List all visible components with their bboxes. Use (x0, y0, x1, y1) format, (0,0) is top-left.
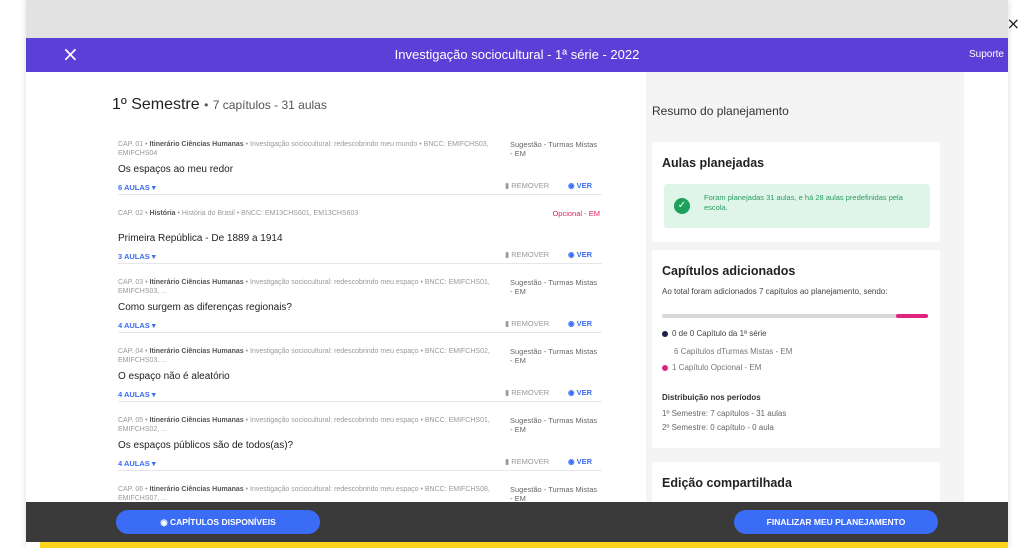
outer-close-icon[interactable]: × (1007, 14, 1020, 33)
chapter-path: Itinerário Ciências Humanas (149, 348, 244, 355)
optional-chapters-line: 1 Capítulo Opcional - EM (662, 362, 761, 373)
summary-title: Resumo do planejamento (652, 104, 789, 118)
chapter-meta: CAP. 05 • Itinerário Ciências Humanas • … (118, 416, 498, 434)
chapter-meta: CAP. 03 • Itinerário Ciências Humanas • … (118, 278, 498, 296)
chapter-divider (118, 263, 602, 264)
planned-lessons-alert: ✓ Foram planejadas 31 aulas, e há 28 aul… (664, 184, 930, 228)
chapters-progress-fill (896, 314, 928, 318)
check-icon: ✓ (674, 198, 690, 214)
series-dot-icon (662, 330, 668, 337)
dialog-title: Investigação sociocultural - 1ª série - … (394, 47, 640, 62)
chapter-number: CAP. 04 • (118, 348, 148, 355)
top-bar (26, 0, 1008, 38)
series-chapters-line: 0 de 0 Capítulo da 1ª série (662, 328, 767, 339)
remove-button[interactable]: ▮ REMOVER (505, 181, 549, 190)
semester-title: 1º Semestre (112, 96, 200, 113)
chapter-tag: Sugestão - Turmas Mistas - EM (510, 278, 598, 296)
chapter-path: Itinerário Ciências Humanas (149, 141, 244, 148)
chapter-number: CAP. 02 • (118, 210, 148, 217)
chapter-divider (118, 194, 602, 195)
lessons-dropdown[interactable]: 4 AULAS ▾ (118, 321, 156, 330)
chapter-title: Os espaços públicos são de todos(as)? (118, 440, 294, 451)
added-chapters-card: Capítulos adicionados Ao total foram adi… (652, 250, 940, 448)
view-button[interactable]: ◉ VER (568, 181, 592, 190)
mixed-chapters-line: 6 Capítulos dTurmas Mistas - EM (674, 347, 793, 356)
chapters-progress-bar (662, 314, 928, 318)
remove-button[interactable]: ▮ REMOVER (505, 457, 549, 466)
finish-planning-button[interactable]: FINALIZAR MEU PLANEJAMENTO (734, 510, 938, 534)
semester-separator: • (204, 98, 209, 112)
distribution-title: Distribuição nos períodos (662, 393, 761, 402)
remove-button[interactable]: ▮ REMOVER (505, 388, 549, 397)
chapter-number: CAP. 05 • (118, 417, 148, 424)
view-button[interactable]: ◉ VER (568, 319, 592, 328)
chapter-tag: Sugestão - Turmas Mistas - EM (510, 416, 598, 434)
view-button[interactable]: ◉ VER (568, 457, 592, 466)
planned-lessons-card: Aulas planejadas ✓ Foram planejadas 31 a… (652, 142, 940, 242)
planned-lessons-title: Aulas planejadas (662, 156, 765, 170)
support-link[interactable]: Suporte (969, 49, 1004, 60)
footer-bar: ◉ CAPÍTULOS DISPONÍVEIS FINALIZAR MEU PL… (26, 502, 1008, 542)
lessons-dropdown[interactable]: 4 AULAS ▾ (118, 390, 156, 399)
chapter-meta: CAP. 04 • Itinerário Ciências Humanas • … (118, 347, 498, 365)
distribution-semester-1: 1º Semestre: 7 capítulos - 31 aulas (662, 409, 787, 418)
page: × × Investigação sociocultural - 1ª séri… (0, 0, 1021, 548)
chapter-path: Itinerário Ciências Humanas (149, 486, 244, 493)
chapter-number: CAP. 01 • (118, 141, 148, 148)
lessons-dropdown[interactable]: 6 AULAS ▾ (118, 183, 156, 192)
dialog-header: × Investigação sociocultural - 1ª série … (26, 38, 1008, 72)
chapter-path: Itinerário Ciências Humanas (149, 417, 244, 424)
series-chapters-text: 0 de 0 Capítulo da 1ª série (672, 329, 767, 338)
chapter-title: Primeira República - De 1889 a 1914 (118, 233, 283, 244)
added-chapters-title: Capítulos adicionados (662, 264, 796, 278)
chapter-title: O espaço não é aleatório (118, 371, 230, 382)
remove-button[interactable]: ▮ REMOVER (505, 250, 549, 259)
lessons-dropdown[interactable]: 3 AULAS ▾ (118, 252, 156, 261)
chapter-divider (118, 332, 602, 333)
chapter-title: Os espaços ao meu redor (118, 164, 234, 175)
lessons-dropdown[interactable]: 4 AULAS ▾ (118, 459, 156, 468)
chapter-meta: CAP. 01 • Itinerário Ciências Humanas • … (118, 140, 498, 158)
planned-lessons-text: Foram planejadas 31 aulas, e há 28 aulas… (704, 193, 903, 212)
chapter-tag: Sugestão - Turmas Mistas - EM (510, 485, 598, 503)
view-button[interactable]: ◉ VER (568, 388, 592, 397)
chapter-title: Como surgem as diferenças regionais? (118, 302, 292, 313)
semester-summary: 7 capítulos - 31 aulas (212, 98, 327, 112)
chapter-path: História (149, 210, 176, 217)
chapter-meta: CAP. 06 • Itinerário Ciências Humanas • … (118, 485, 498, 503)
chapter-meta: CAP. 02 • História • História do Brasil … (118, 209, 498, 218)
distribution-semester-2: 2º Semestre: 0 capítulo - 0 aula (662, 423, 774, 432)
optional-dot-icon (662, 364, 668, 371)
summary-panel: Resumo do planejamento Aulas planejadas … (646, 72, 964, 522)
chapter-tag: Opcional - EM (552, 209, 600, 218)
planning-dialog: × × Investigação sociocultural - 1ª séri… (26, 0, 1020, 548)
semester-heading: 1º Semestre • 7 capítulos - 31 aulas (112, 96, 327, 114)
chapter-number: CAP. 06 • (118, 486, 148, 493)
chapter-meta-rest: • História do Brasil • BNCC: EM13CHS601,… (177, 210, 359, 217)
view-button[interactable]: ◉ VER (568, 250, 592, 259)
chapter-number: CAP. 03 • (118, 279, 148, 286)
shared-edit-title: Edição compartilhada (662, 476, 792, 490)
added-chapters-text: Ao total foram adicionados 7 capítulos a… (662, 287, 888, 296)
chapter-path: Itinerário Ciências Humanas (149, 279, 244, 286)
chapter-divider (118, 470, 602, 471)
bottom-accent-bar (40, 542, 1008, 548)
chapter-list-panel: 1º Semestre • 7 capítulos - 31 aulas CAP… (100, 72, 620, 512)
chapter-divider (118, 401, 602, 402)
chapter-tag: Sugestão - Turmas Mistas - EM (510, 347, 598, 365)
remove-button[interactable]: ▮ REMOVER (505, 319, 549, 328)
optional-chapters-text: 1 Capítulo Opcional - EM (672, 363, 762, 372)
available-chapters-button[interactable]: ◉ CAPÍTULOS DISPONÍVEIS (116, 510, 320, 534)
chapter-tag: Sugestão - Turmas Mistas - EM (510, 140, 598, 158)
